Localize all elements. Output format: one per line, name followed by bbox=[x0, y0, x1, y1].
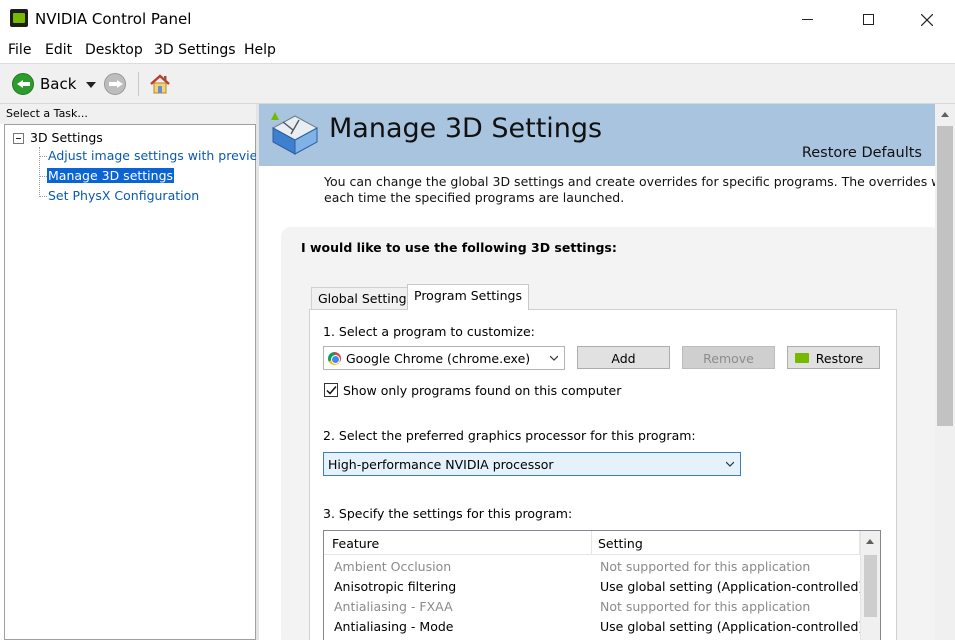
close-button[interactable] bbox=[899, 0, 955, 38]
step1-label: 1. Select a program to customize: bbox=[323, 324, 535, 339]
program-settings-page: 1. Select a program to customize: Google… bbox=[309, 309, 897, 640]
setting-cell: Use global setting (Application-controll… bbox=[600, 619, 864, 634]
column-header-feature[interactable]: Feature bbox=[324, 531, 592, 555]
toolbar: Back bbox=[0, 64, 955, 104]
settings-panel: I would like to use the following 3D set… bbox=[281, 227, 935, 640]
main-scrollbar[interactable] bbox=[935, 104, 955, 640]
tree-connector bbox=[39, 156, 47, 157]
step2-label: 2. Select the preferred graphics process… bbox=[323, 428, 696, 443]
page-description: You can change the global 3D settings an… bbox=[324, 174, 935, 206]
nvidia-app-icon bbox=[10, 9, 28, 27]
minimize-button[interactable] bbox=[779, 0, 835, 38]
feature-cell: Antialiasing - FXAA bbox=[334, 599, 453, 614]
back-button-label[interactable]: Back bbox=[40, 75, 76, 93]
back-arrow-icon[interactable] bbox=[12, 73, 34, 95]
chevron-down-icon bbox=[726, 461, 734, 467]
description-line-1: You can change the global 3D settings an… bbox=[324, 174, 935, 189]
tree-connector bbox=[39, 196, 47, 197]
toolbar-separator bbox=[138, 72, 139, 96]
table-row[interactable]: Ambient Occlusion Not supported for this… bbox=[324, 556, 860, 576]
minimize-icon bbox=[801, 19, 813, 20]
menu-file[interactable]: File bbox=[8, 42, 31, 58]
nvidia-logo-icon bbox=[795, 353, 809, 363]
setting-cell: Not supported for this application bbox=[600, 599, 811, 614]
collapse-toggle-icon[interactable] bbox=[13, 133, 24, 144]
tab-global-settings[interactable]: Global Settings bbox=[311, 287, 421, 309]
chevron-down-icon bbox=[550, 355, 558, 361]
step3-label: 3. Specify the settings for this program… bbox=[323, 506, 573, 521]
menu-edit[interactable]: Edit bbox=[45, 42, 72, 58]
page-title: Manage 3D Settings bbox=[329, 113, 603, 144]
show-only-label[interactable]: Show only programs found on this compute… bbox=[343, 383, 621, 398]
menu-desktop[interactable]: Desktop bbox=[85, 42, 143, 58]
description-line-2: each time the specified programs are lau… bbox=[324, 190, 625, 205]
add-button[interactable]: Add bbox=[577, 346, 670, 369]
show-only-checkbox[interactable] bbox=[324, 383, 338, 397]
remove-button[interactable]: Remove bbox=[682, 346, 775, 369]
chrome-icon bbox=[328, 352, 341, 365]
menu-bar: File Edit Desktop 3D Settings Help bbox=[0, 38, 955, 64]
maximize-icon bbox=[862, 14, 874, 25]
main-scroll-thumb[interactable] bbox=[937, 126, 953, 426]
title-bar: NVIDIA Control Panel bbox=[0, 0, 955, 38]
close-icon bbox=[920, 13, 934, 26]
history-dropdown-icon[interactable] bbox=[86, 82, 96, 88]
task-set-physx-configuration[interactable]: Set PhysX Configuration bbox=[47, 188, 200, 203]
maximize-button[interactable] bbox=[840, 0, 896, 38]
page-banner: Manage 3D Settings Restore Defaults bbox=[259, 104, 935, 166]
menu-help[interactable]: Help bbox=[244, 42, 276, 58]
program-select-value: Google Chrome (chrome.exe) bbox=[346, 351, 531, 366]
task-adjust-image-settings[interactable]: Adjust image settings with preview bbox=[47, 148, 269, 163]
menu-3d-settings[interactable]: 3D Settings bbox=[154, 42, 236, 58]
tree-connector bbox=[39, 147, 40, 197]
home-icon[interactable] bbox=[148, 72, 172, 96]
forward-arrow-icon[interactable] bbox=[104, 73, 126, 95]
task-tree: 3D Settings Adjust image settings with p… bbox=[4, 124, 268, 640]
content-area: Manage 3D Settings Restore Defaults You … bbox=[259, 104, 935, 640]
table-row[interactable]: Antialiasing - Mode Use global setting (… bbox=[324, 616, 864, 636]
panel-heading: I would like to use the following 3D set… bbox=[301, 240, 617, 255]
task-pane-header: Select a Task... bbox=[0, 104, 258, 124]
feature-settings-table: Feature Setting Ambient Occlusion Not su… bbox=[323, 530, 881, 640]
scroll-up-icon[interactable] bbox=[866, 539, 874, 544]
scroll-up-icon[interactable] bbox=[941, 112, 949, 117]
checkmark-icon bbox=[326, 386, 337, 395]
graphics-processor-select[interactable]: High-performance NVIDIA processor bbox=[323, 452, 741, 476]
table-scrollbar[interactable] bbox=[860, 531, 880, 640]
table-row[interactable]: Antialiasing - FXAA Not supported for th… bbox=[324, 596, 860, 616]
window-title: NVIDIA Control Panel bbox=[35, 10, 192, 28]
restore-button-label: Restore bbox=[815, 351, 864, 366]
feature-cell: Ambient Occlusion bbox=[334, 559, 452, 574]
setting-cell: Not supported for this application bbox=[600, 559, 811, 574]
program-select[interactable]: Google Chrome (chrome.exe) bbox=[323, 346, 565, 370]
setting-cell: Use global setting (Application-controll… bbox=[600, 579, 864, 594]
restore-button[interactable]: Restore bbox=[787, 346, 880, 369]
feature-cell: Antialiasing - Mode bbox=[334, 619, 454, 634]
restore-defaults-link[interactable]: Restore Defaults bbox=[802, 145, 922, 161]
table-scroll-thumb[interactable] bbox=[864, 555, 877, 617]
gpu-select-value: High-performance NVIDIA processor bbox=[328, 457, 554, 472]
task-manage-3d-settings[interactable]: Manage 3D settings bbox=[47, 168, 175, 183]
tree-connector bbox=[39, 176, 47, 177]
feature-cell: Anisotropic filtering bbox=[334, 579, 457, 594]
3d-settings-icon bbox=[271, 112, 319, 155]
column-header-setting[interactable]: Setting bbox=[592, 531, 860, 555]
tree-root-3d-settings[interactable]: 3D Settings bbox=[30, 130, 103, 145]
table-row[interactable]: Anisotropic filtering Use global setting… bbox=[324, 576, 864, 596]
tab-program-settings[interactable]: Program Settings bbox=[407, 284, 529, 310]
